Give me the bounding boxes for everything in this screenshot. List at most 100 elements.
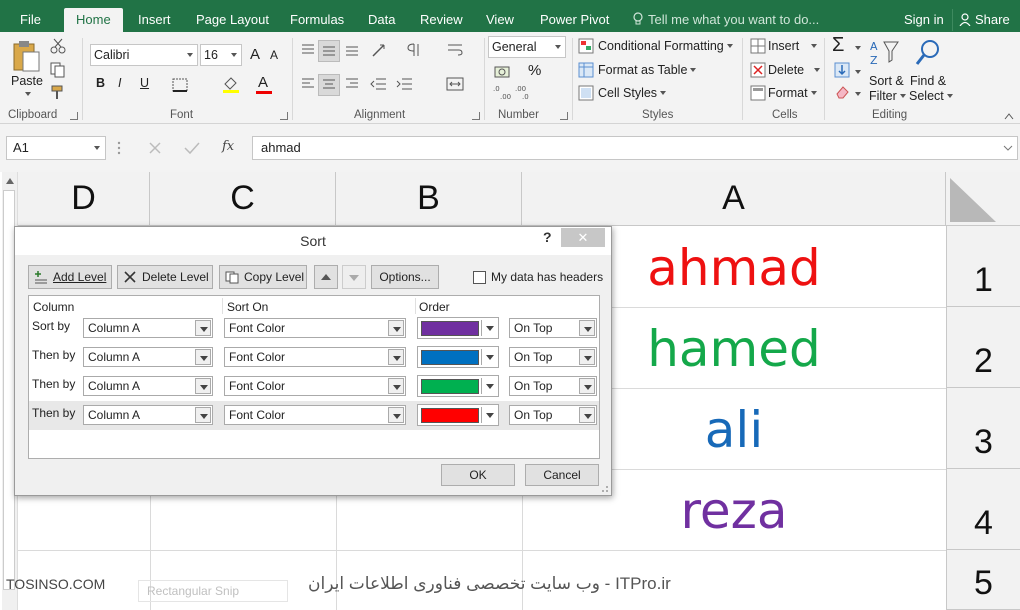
tab-data[interactable]: Data bbox=[368, 8, 395, 32]
options-button[interactable]: Options... bbox=[371, 265, 439, 289]
order-color-select[interactable] bbox=[417, 317, 499, 339]
sort-on-select[interactable]: Font Color bbox=[224, 376, 406, 396]
column-header-c[interactable]: C bbox=[150, 172, 336, 226]
decrease-decimal-icon[interactable]: .00.0 bbox=[514, 84, 536, 100]
accounting-format-icon[interactable] bbox=[494, 64, 514, 80]
clear-dropdown-arrow[interactable] bbox=[855, 92, 861, 96]
formula-input[interactable]: ahmad bbox=[252, 136, 1018, 160]
move-up-button[interactable] bbox=[314, 265, 338, 289]
orientation-icon[interactable] bbox=[370, 42, 390, 58]
shrink-font-button[interactable]: A bbox=[270, 48, 278, 62]
position-select[interactable]: On Top bbox=[509, 405, 597, 425]
ok-button[interactable]: OK bbox=[441, 464, 515, 486]
align-top-icon[interactable] bbox=[300, 42, 316, 58]
decrease-indent-icon[interactable] bbox=[370, 76, 388, 92]
scroll-up-icon[interactable] bbox=[6, 178, 14, 184]
collapse-ribbon-icon[interactable] bbox=[1004, 112, 1014, 120]
merge-center-icon[interactable] bbox=[446, 76, 464, 92]
align-center-button[interactable] bbox=[318, 74, 340, 96]
tab-view[interactable]: View bbox=[486, 8, 514, 32]
row-header-4[interactable]: 4 bbox=[946, 469, 1020, 550]
position-select[interactable]: On Top bbox=[509, 318, 597, 338]
wrap-text-icon[interactable] bbox=[446, 42, 464, 58]
find-select-button[interactable]: Find & bbox=[910, 74, 946, 88]
paste-dropdown-arrow[interactable] bbox=[25, 92, 31, 96]
row-header-2[interactable]: 2 bbox=[946, 307, 1020, 388]
autosum-dropdown-arrow[interactable] bbox=[855, 46, 861, 50]
sort-filter-button[interactable]: Sort & bbox=[869, 74, 904, 88]
column-select[interactable]: Column A bbox=[83, 405, 213, 425]
cell-styles-button[interactable]: Cell Styles bbox=[598, 86, 667, 100]
fill-dropdown-arrow[interactable] bbox=[855, 70, 861, 74]
column-select[interactable]: Column A bbox=[83, 376, 213, 396]
order-color-select[interactable] bbox=[417, 404, 499, 426]
sort-on-select[interactable]: Font Color bbox=[224, 318, 406, 338]
sort-level-row[interactable]: Sort by Column A Font Color On Top bbox=[29, 314, 599, 343]
increase-decimal-icon[interactable]: .0.00 bbox=[492, 84, 514, 100]
sort-on-select[interactable]: Font Color bbox=[224, 405, 406, 425]
formula-bar-grip-icon[interactable] bbox=[117, 140, 121, 156]
tab-file[interactable]: File bbox=[20, 8, 41, 32]
conditional-formatting-button[interactable]: Conditional Formatting bbox=[598, 39, 733, 53]
sort-on-select[interactable]: Font Color bbox=[224, 347, 406, 367]
insert-function-button[interactable]: fx bbox=[222, 139, 234, 154]
autosum-button[interactable]: Σ bbox=[832, 34, 844, 57]
tab-formulas[interactable]: Formulas bbox=[290, 8, 344, 32]
borders-icon[interactable] bbox=[172, 78, 188, 92]
row-header-5[interactable]: 5 bbox=[946, 550, 1020, 610]
tab-power-pivot[interactable]: Power Pivot bbox=[540, 8, 609, 32]
position-select[interactable]: On Top bbox=[509, 376, 597, 396]
insert-cells-button[interactable]: Insert bbox=[768, 39, 818, 53]
row-header-3[interactable]: 3 bbox=[946, 388, 1020, 469]
tab-review[interactable]: Review bbox=[420, 8, 463, 32]
font-color-button[interactable]: A bbox=[258, 74, 268, 91]
align-left-icon[interactable] bbox=[300, 76, 316, 92]
row-header-1[interactable]: 1 bbox=[946, 226, 1020, 307]
name-box[interactable]: A1 bbox=[6, 136, 106, 160]
delete-level-button[interactable]: Delete Level bbox=[117, 265, 213, 289]
resize-grip-icon[interactable] bbox=[599, 483, 609, 493]
tab-home[interactable]: Home bbox=[64, 8, 123, 32]
tab-page-layout[interactable]: Page Layout bbox=[196, 8, 269, 32]
confirm-entry-icon[interactable] bbox=[184, 141, 200, 155]
expand-formula-icon[interactable] bbox=[1003, 145, 1013, 151]
column-header-a[interactable]: A bbox=[522, 172, 946, 226]
alignment-launcher[interactable] bbox=[472, 112, 480, 120]
add-level-button[interactable]: Add Level bbox=[28, 265, 112, 289]
move-down-button[interactable] bbox=[342, 265, 366, 289]
increase-indent-icon[interactable] bbox=[396, 76, 414, 92]
tab-insert[interactable]: Insert bbox=[138, 8, 171, 32]
align-right-icon[interactable] bbox=[344, 76, 360, 92]
column-header-b[interactable]: B bbox=[336, 172, 522, 226]
number-launcher[interactable] bbox=[560, 112, 568, 120]
format-painter-icon[interactable] bbox=[50, 84, 66, 100]
share-button[interactable]: Share bbox=[952, 9, 1016, 31]
sort-level-row[interactable]: Then by Column A Font Color On Top bbox=[29, 372, 599, 401]
align-middle-button[interactable] bbox=[318, 40, 340, 62]
help-button[interactable]: ? bbox=[543, 229, 552, 245]
font-launcher[interactable] bbox=[280, 112, 288, 120]
clear-eraser-icon[interactable] bbox=[834, 84, 850, 100]
tell-me-search[interactable]: Tell me what you want to do... bbox=[632, 8, 819, 32]
copy-icon[interactable] bbox=[50, 62, 66, 78]
cancel-button[interactable]: Cancel bbox=[525, 464, 599, 486]
column-header-d[interactable]: D bbox=[18, 172, 150, 226]
cut-icon[interactable] bbox=[50, 38, 66, 54]
italic-button[interactable]: I bbox=[118, 76, 121, 90]
column-select[interactable]: Column A bbox=[83, 347, 213, 367]
order-color-select[interactable] bbox=[417, 346, 499, 368]
sign-in-link[interactable]: Sign in bbox=[904, 8, 944, 32]
copy-level-button[interactable]: Copy Level bbox=[219, 265, 307, 289]
headers-checkbox[interactable] bbox=[473, 271, 486, 284]
clipboard-launcher[interactable] bbox=[70, 112, 78, 120]
fill-color-icon[interactable] bbox=[222, 76, 240, 94]
column-select[interactable]: Column A bbox=[83, 318, 213, 338]
percent-style-button[interactable]: % bbox=[528, 62, 541, 79]
number-format-dropdown[interactable]: General bbox=[488, 36, 566, 58]
position-select[interactable]: On Top bbox=[509, 347, 597, 367]
fill-down-icon[interactable] bbox=[834, 62, 850, 78]
align-bottom-icon[interactable] bbox=[344, 42, 360, 58]
format-as-table-button[interactable]: Format as Table bbox=[598, 63, 697, 77]
paragraph-direction-icon[interactable] bbox=[406, 42, 424, 58]
font-size-dropdown[interactable]: 16 bbox=[200, 44, 242, 66]
